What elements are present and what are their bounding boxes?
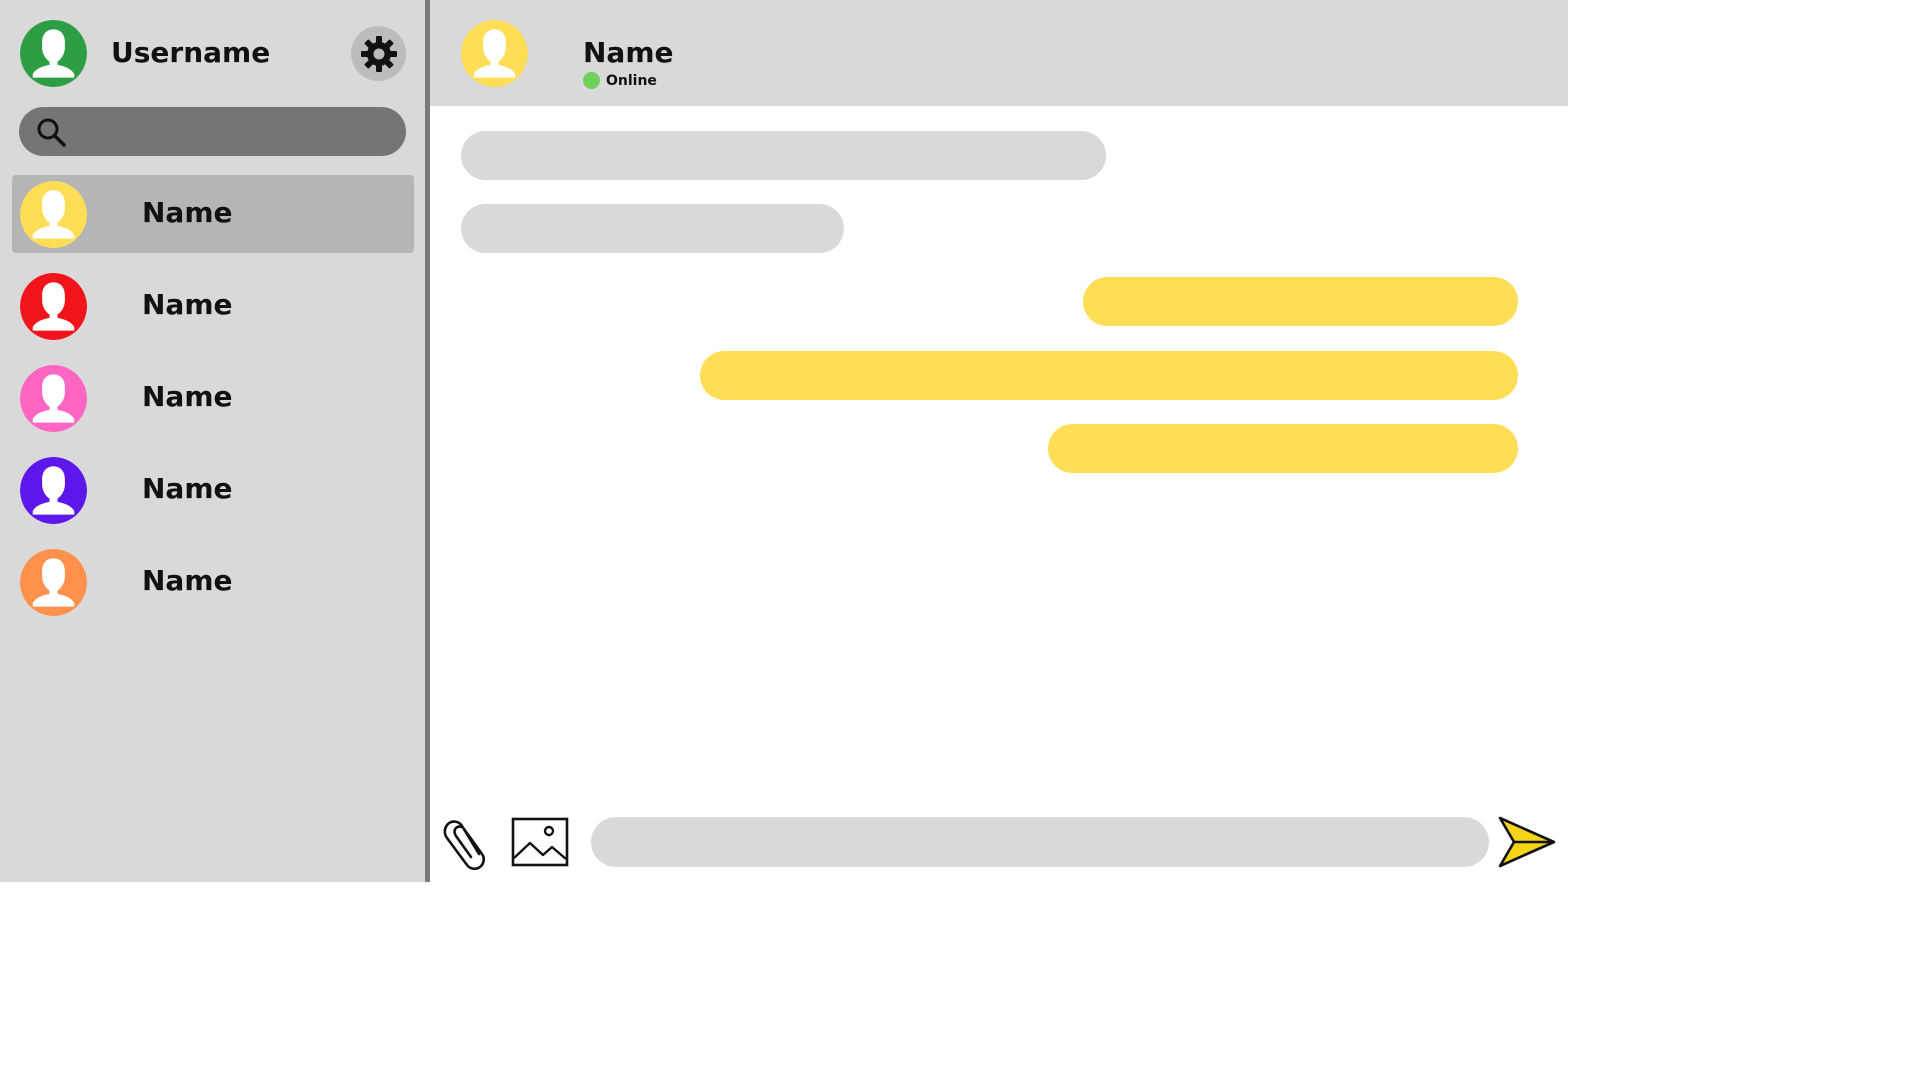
contact-name: Name (142, 288, 233, 321)
contact-avatar-icon (20, 457, 87, 524)
contact-avatar-icon (20, 273, 87, 340)
contact-name: Name (142, 564, 233, 597)
incoming-message-bubble (461, 204, 844, 253)
contact-avatar (20, 273, 87, 340)
username-label: Username (111, 36, 271, 69)
message-input[interactable] (591, 817, 1489, 867)
contact-avatar (20, 365, 87, 432)
contact-avatar-icon (20, 549, 87, 616)
chat-contact-name: Name (583, 36, 674, 69)
contact-name: Name (142, 196, 233, 229)
settings-button[interactable] (351, 26, 406, 81)
contact-item[interactable]: Name (12, 359, 414, 437)
contact-avatar (20, 549, 87, 616)
chat-header: Name Online (430, 0, 1568, 106)
online-status-dot (583, 72, 600, 89)
contact-item[interactable]: Name (12, 451, 414, 529)
panel-divider[interactable] (425, 0, 430, 882)
user-avatar-icon (20, 20, 87, 87)
chat-contact-avatar[interactable] (461, 20, 528, 87)
contact-avatar-icon (20, 181, 87, 248)
outgoing-message-bubble (1048, 424, 1518, 473)
search-icon (37, 118, 66, 147)
contact-item[interactable]: Name (12, 267, 414, 345)
paperclip-icon[interactable] (440, 812, 494, 872)
chat-app: Username Name Name Name Name Name Name O… (0, 0, 1568, 882)
outgoing-message-bubble (700, 351, 1518, 400)
contact-item[interactable]: Name (12, 175, 414, 253)
search-bar[interactable] (19, 107, 406, 156)
online-status-label: Online (606, 73, 657, 89)
user-avatar[interactable] (20, 20, 87, 87)
contact-item[interactable]: Name (12, 543, 414, 621)
search-input[interactable] (77, 107, 392, 156)
sidebar: Username Name Name Name Name Name (0, 0, 425, 882)
contact-avatar (20, 457, 87, 524)
contact-avatar (20, 181, 87, 248)
contact-avatar-icon (20, 365, 87, 432)
chat-contact-avatar-icon (461, 20, 528, 87)
contact-name: Name (142, 380, 233, 413)
image-icon[interactable] (510, 816, 570, 868)
gear-icon (360, 35, 397, 72)
send-icon[interactable] (1496, 814, 1558, 870)
incoming-message-bubble (461, 131, 1106, 180)
outgoing-message-bubble (1083, 277, 1518, 326)
contact-name: Name (142, 472, 233, 505)
